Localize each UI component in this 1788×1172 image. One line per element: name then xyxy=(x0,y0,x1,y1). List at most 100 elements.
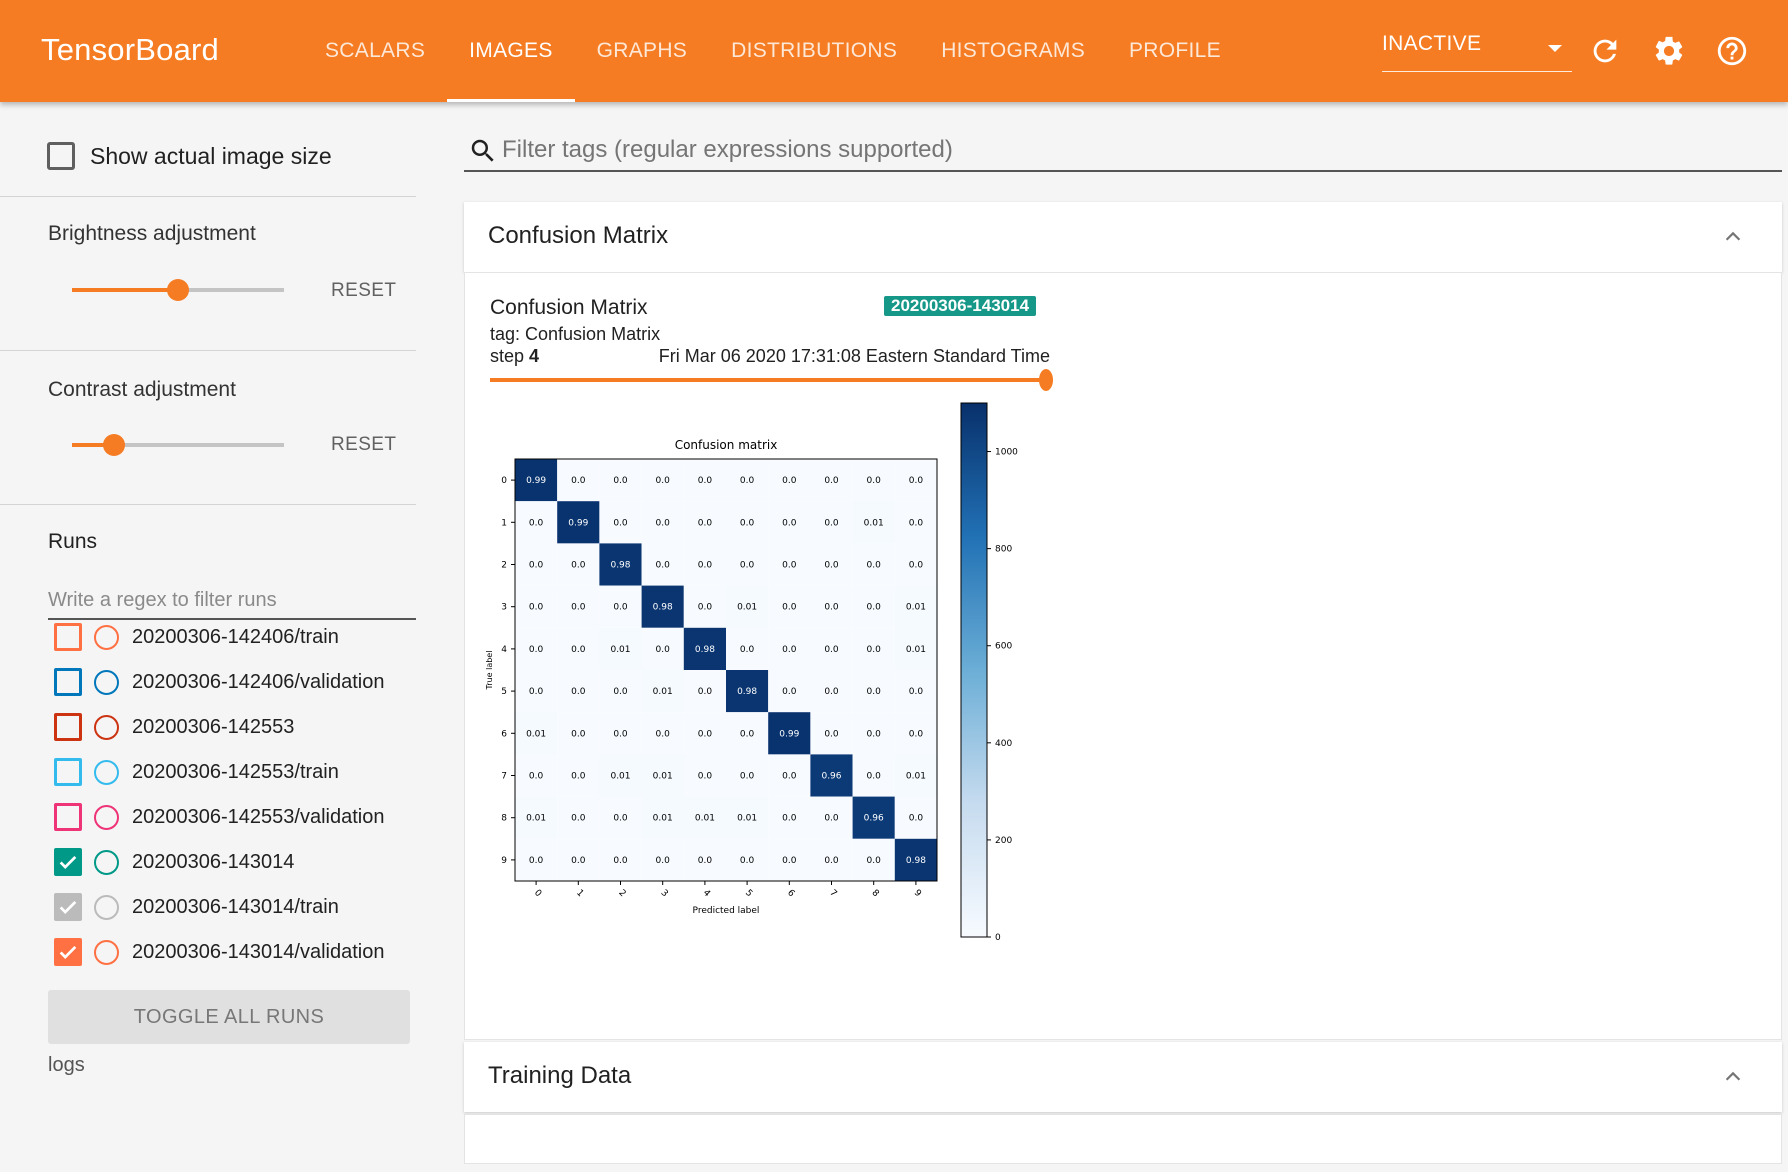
tab-histograms[interactable]: HISTOGRAMS xyxy=(919,0,1107,102)
run-color-indicator[interactable] xyxy=(94,759,119,785)
cm-xtick-label: 8 xyxy=(870,888,881,899)
run-row[interactable]: 20200306-142553/validation xyxy=(54,802,384,832)
run-color-indicator[interactable] xyxy=(94,894,119,920)
cm-cell-label: 0.01 xyxy=(526,729,546,739)
tab-profile[interactable]: PROFILE xyxy=(1107,0,1243,102)
run-row[interactable]: 20200306-143014 xyxy=(54,847,294,877)
cm-cell-label: 0.0 xyxy=(740,561,755,571)
chevron-up-icon[interactable] xyxy=(1722,226,1744,248)
run-row[interactable]: 20200306-142553/train xyxy=(54,757,339,787)
tab-graphs[interactable]: GRAPHS xyxy=(575,0,710,102)
cm-cell-label: 0.0 xyxy=(613,518,628,528)
section-header-confusion-matrix[interactable]: Confusion Matrix xyxy=(464,202,1782,272)
cm-cell-label: 0.0 xyxy=(698,687,713,697)
divider xyxy=(0,504,416,505)
cm-cell-label: 0.0 xyxy=(782,476,797,486)
cm-cell-label: 0.0 xyxy=(782,518,797,528)
cm-cell-label: 0.0 xyxy=(571,856,586,866)
refresh-icon[interactable] xyxy=(1588,34,1622,68)
cm-cell-label: 0.0 xyxy=(740,856,755,866)
cm-xtick-label: 4 xyxy=(701,888,712,899)
cm-cell-label: 0.0 xyxy=(613,856,628,866)
divider xyxy=(0,350,416,351)
run-row[interactable]: 20200306-142406/train xyxy=(54,622,339,652)
cm-cell-label: 0.0 xyxy=(656,518,671,528)
run-row[interactable]: 20200306-143014/train xyxy=(54,892,339,922)
step-slider-knob[interactable] xyxy=(1039,369,1053,391)
run-checkbox[interactable] xyxy=(54,623,82,651)
run-chip: 20200306-143014 xyxy=(884,296,1037,316)
run-row[interactable]: 20200306-142406/validation xyxy=(54,667,384,697)
cm-cell-label: 0.0 xyxy=(698,856,713,866)
run-checkbox[interactable] xyxy=(54,848,82,876)
run-color-indicator[interactable] xyxy=(94,669,119,695)
run-checkbox[interactable] xyxy=(54,713,82,741)
search-icon xyxy=(471,139,494,162)
run-color-indicator[interactable] xyxy=(94,939,119,965)
run-label: 20200306-142406/validation xyxy=(132,670,385,693)
cm-cell-label: 0.01 xyxy=(864,518,884,528)
run-checkbox[interactable] xyxy=(54,893,82,921)
run-color-indicator[interactable] xyxy=(94,624,119,650)
run-checkbox[interactable] xyxy=(54,668,82,696)
run-row[interactable]: 20200306-143014/validation xyxy=(54,937,384,967)
cm-cell-label: 0.0 xyxy=(656,645,671,655)
help-icon[interactable] xyxy=(1715,34,1749,68)
tab-images[interactable]: IMAGES xyxy=(447,0,576,102)
step-slider[interactable] xyxy=(490,369,1053,391)
cm-cell-label: 0.0 xyxy=(698,772,713,782)
run-checkbox[interactable] xyxy=(54,938,82,966)
run-checkbox[interactable] xyxy=(54,803,82,831)
confusion-matrix-image: Confusion matrix 0.99 0.0 0.0 0.0 0.0 0.0 0.0 0.… xyxy=(486,402,1018,940)
cm-ytick-label: 6 xyxy=(501,729,507,739)
show-actual-size-toggle[interactable]: Show actual image size xyxy=(47,142,332,170)
cm-cell-label: 0.0 xyxy=(824,856,839,866)
brightness-slider-knob[interactable] xyxy=(167,279,189,301)
nav-tabs: SCALARS IMAGES GRAPHS DISTRIBUTIONS HIST… xyxy=(303,0,1243,102)
cm-colorbar-tick-label: 800 xyxy=(995,545,1012,555)
run-row[interactable]: 20200306-142553 xyxy=(54,712,294,742)
cm-cell-label: 0.01 xyxy=(737,814,757,824)
cm-cell-label: 0.0 xyxy=(613,729,628,739)
run-label: 20200306-142406/train xyxy=(132,625,339,648)
cm-cell-label: 0.0 xyxy=(782,772,797,782)
section-header-training-data[interactable]: Training Data xyxy=(464,1042,1782,1112)
image-card-step: step 4 xyxy=(490,346,539,367)
cm-colorbar-tick-label: 200 xyxy=(995,836,1012,846)
cm-colorbar-tick-label: 1000 xyxy=(995,448,1018,458)
cm-ytick-label: 7 xyxy=(501,772,507,782)
plugin-status-select[interactable]: INACTIVE xyxy=(1382,32,1572,72)
tab-scalars[interactable]: SCALARS xyxy=(303,0,447,102)
cm-cell-label: 0.0 xyxy=(824,645,839,655)
cm-cell-label: 0.01 xyxy=(737,603,757,613)
cm-cell-label: 0.0 xyxy=(529,603,544,613)
chevron-up-icon[interactable] xyxy=(1722,1066,1744,1088)
cm-cell-label: 0.0 xyxy=(867,645,882,655)
run-color-indicator[interactable] xyxy=(94,849,119,875)
contrast-slider-knob[interactable] xyxy=(103,434,126,456)
tab-distributions[interactable]: DISTRIBUTIONS xyxy=(709,0,919,102)
cm-cell-label: 0.01 xyxy=(695,814,715,824)
settings-gear-icon[interactable] xyxy=(1652,34,1686,68)
cm-colorbar-tick-label: 600 xyxy=(995,642,1012,652)
contrast-reset-button[interactable]: RESET xyxy=(331,434,396,456)
cm-cell-label: 0.0 xyxy=(529,645,544,655)
contrast-slider[interactable] xyxy=(72,434,284,456)
run-checkbox[interactable] xyxy=(54,758,82,786)
image-card-title: Confusion Matrix xyxy=(490,296,648,319)
run-color-indicator[interactable] xyxy=(94,714,119,740)
cm-ytick-label: 4 xyxy=(501,645,507,655)
run-color-indicator[interactable] xyxy=(94,804,119,830)
cm-xtick-label: 6 xyxy=(785,888,796,899)
cm-cell-label: 0.0 xyxy=(698,518,713,528)
tag-filter-input[interactable] xyxy=(502,130,1772,170)
section-body-training-data xyxy=(464,1114,1782,1164)
top-app-bar: TensorBoard SCALARS IMAGES GRAPHS DISTRI… xyxy=(0,0,1788,102)
brightness-slider[interactable] xyxy=(72,279,284,301)
runs-heading: Runs xyxy=(48,530,98,553)
runs-filter-input[interactable] xyxy=(48,582,416,620)
brightness-reset-button[interactable]: RESET xyxy=(331,280,396,302)
cm-cell-label: 0.0 xyxy=(782,814,797,824)
show-actual-size-checkbox[interactable] xyxy=(47,142,75,170)
toggle-all-runs-button[interactable]: TOGGLE ALL RUNS xyxy=(48,990,410,1044)
